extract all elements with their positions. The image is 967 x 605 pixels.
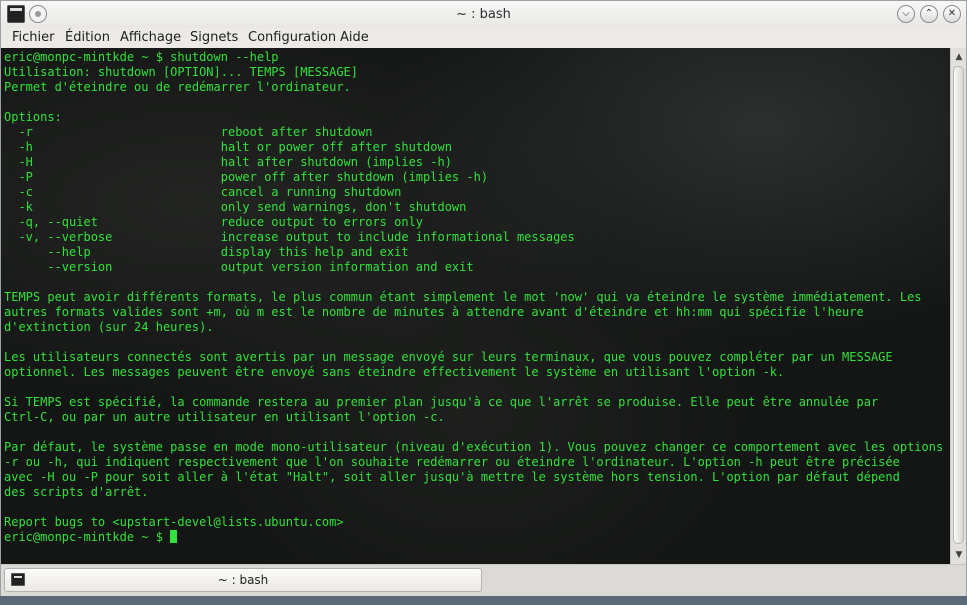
terminal-line: autres formats valides sont +m, où m est… bbox=[4, 305, 864, 319]
prompt-text: eric@monpc-mintkde ~ $ bbox=[4, 530, 171, 544]
terminal-line: --version output version information and… bbox=[4, 260, 474, 274]
terminal-line: -c cancel a running shutdown bbox=[4, 185, 402, 199]
title-bar[interactable]: ~ : bash ⌵ ⌃ ✕ bbox=[1, 1, 966, 29]
terminal-line: des scripts d'arrêt. bbox=[4, 485, 149, 499]
menu-fichier[interactable]: Fichier bbox=[12, 30, 55, 45]
terminal-line: -h halt or power off after shutdown bbox=[4, 140, 452, 154]
minimize-button[interactable]: ⌵ bbox=[897, 5, 915, 23]
terminal-line: -r reboot after shutdown bbox=[4, 125, 373, 139]
arrow-up-icon[interactable]: ▲ bbox=[952, 50, 966, 64]
konsole-window: ~ : bash ⌵ ⌃ ✕ Fichier Édition Affichage… bbox=[0, 0, 967, 596]
terminal-output-area[interactable]: eric@monpc-mintkde ~ $ shutdown --help Ut… bbox=[1, 48, 950, 564]
terminal-line: d'extinction (sur 24 heures). bbox=[4, 320, 214, 334]
terminal-line: -k only send warnings, don't shutdown bbox=[4, 200, 467, 214]
terminal-line: Permet d'éteindre ou de redémarrer l'ord… bbox=[4, 80, 351, 94]
menu-signets[interactable]: Signets bbox=[190, 30, 238, 45]
close-button[interactable]: ✕ bbox=[943, 5, 961, 23]
terminal-line: -P power off after shutdown (implies -h) bbox=[4, 170, 489, 184]
terminal-line: Options: bbox=[4, 110, 62, 124]
tab-bar: ~ : bash bbox=[1, 564, 966, 596]
vertical-scrollbar[interactable]: ▲ ▼ bbox=[950, 48, 966, 564]
prompt-line: eric@monpc-mintkde ~ $ bbox=[4, 530, 943, 545]
chevron-down-icon: ⌵ bbox=[902, 8, 910, 19]
menu-edition[interactable]: Édition bbox=[65, 30, 110, 45]
terminal-line: Report bugs to <upstart-devel@lists.ubun… bbox=[4, 515, 344, 529]
terminal-text: eric@monpc-mintkde ~ $ shutdown --help Ut… bbox=[4, 50, 943, 545]
tab-bash[interactable]: ~ : bash bbox=[4, 568, 482, 592]
chevron-up-icon: ⌃ bbox=[924, 8, 934, 19]
terminal-line: Utilisation: shutdown [OPTION]... TEMPS … bbox=[4, 65, 359, 79]
arrow-down-icon[interactable]: ▼ bbox=[952, 548, 966, 562]
terminal-line: Ctrl-C, ou par un autre utilisateur en u… bbox=[4, 410, 445, 424]
window-title: ~ : bash bbox=[456, 7, 511, 22]
terminal-line: -v, --verbose increase output to include… bbox=[4, 230, 575, 244]
terminal-line: eric@monpc-mintkde ~ $ shutdown --help bbox=[4, 50, 279, 64]
scrollbar-thumb[interactable] bbox=[953, 66, 964, 544]
menu-aide[interactable]: Aide bbox=[340, 30, 369, 45]
terminal-line: TEMPS peut avoir différents formats, le … bbox=[4, 290, 922, 304]
terminal-line: -H halt after shutdown (implies -h) bbox=[4, 155, 452, 169]
terminal-line: avec -H ou -P pour soit aller à l'état "… bbox=[4, 470, 900, 484]
terminal-line: --help display this help and exit bbox=[4, 245, 409, 259]
terminal-line: Si TEMPS est spécifié, la commande reste… bbox=[4, 395, 879, 409]
terminal-line: -q, --quiet reduce output to errors only bbox=[4, 215, 424, 229]
terminal-line: optionnel. Les messages peuvent être env… bbox=[4, 365, 785, 379]
maximize-button[interactable]: ⌃ bbox=[920, 5, 938, 23]
terminal-line: Par défaut, le système passe en mode mon… bbox=[4, 440, 944, 454]
menu-bar: Fichier Édition Affichage Signets Config… bbox=[1, 28, 966, 48]
text-cursor bbox=[170, 530, 178, 543]
menu-affichage[interactable]: Affichage bbox=[120, 30, 181, 45]
terminal-line: Les utilisateurs connectés sont avertis … bbox=[4, 350, 893, 364]
menu-configuration[interactable]: Configuration bbox=[248, 30, 336, 45]
terminal-line: -r ou -h, qui indiquent respectivement q… bbox=[4, 455, 900, 469]
tab-label: ~ : bash bbox=[217, 573, 269, 587]
close-icon: ✕ bbox=[947, 8, 957, 19]
